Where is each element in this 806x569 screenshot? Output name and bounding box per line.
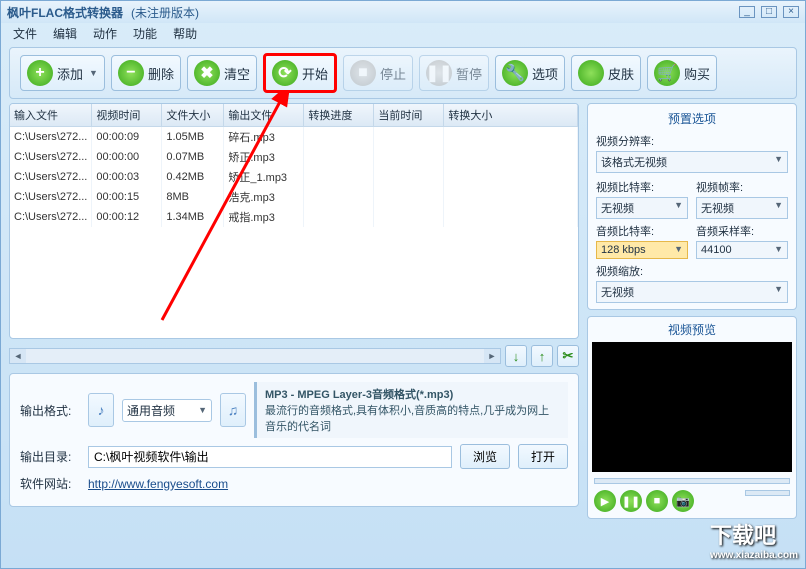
skin-button[interactable]: 皮肤 bbox=[571, 55, 641, 91]
menu-action[interactable]: 动作 bbox=[87, 23, 123, 44]
preset-title: 预置选项 bbox=[596, 110, 788, 127]
preview-pause-button[interactable]: ❚❚ bbox=[620, 490, 642, 512]
audio-samplerate-select[interactable]: 44100▼ bbox=[696, 241, 788, 259]
app-subtitle: (未注册版本) bbox=[131, 4, 199, 21]
col-vtime[interactable]: 视频时间 bbox=[92, 104, 162, 127]
seek-slider[interactable] bbox=[594, 478, 790, 484]
open-button[interactable]: 打开 bbox=[518, 444, 568, 469]
output-format-label: 输出格式: bbox=[20, 402, 80, 419]
watermark: 下载吧 www.xiazaiba.com bbox=[710, 518, 798, 561]
file-table[interactable]: 输入文件 视频时间 文件大小 输出文件 转换进度 当前时间 转换大小 C:\Us… bbox=[9, 103, 579, 339]
preview-stop-button[interactable]: ■ bbox=[646, 490, 668, 512]
col-input[interactable]: 输入文件 bbox=[10, 104, 92, 127]
menu-file[interactable]: 文件 bbox=[7, 23, 43, 44]
preview-title: 视频预览 bbox=[588, 317, 796, 342]
video-zoom-select[interactable]: 无视频▼ bbox=[596, 281, 788, 303]
buy-button[interactable]: 🛒 购买 bbox=[647, 55, 717, 91]
col-size[interactable]: 文件大小 bbox=[162, 104, 224, 127]
output-dir-input[interactable] bbox=[88, 446, 452, 468]
clear-icon: ✖ bbox=[194, 60, 220, 86]
table-row[interactable]: C:\Users\272...00:00:158MB浩克.mp3 bbox=[10, 187, 578, 207]
col-osize[interactable]: 转换大小 bbox=[444, 104, 578, 127]
music-note-icon[interactable]: ♪ bbox=[88, 393, 114, 427]
website-link[interactable]: http://www.fengyesoft.com bbox=[88, 477, 228, 491]
minus-icon: − bbox=[118, 60, 144, 86]
move-up-button[interactable]: ↑ bbox=[531, 345, 553, 367]
apple-icon bbox=[578, 60, 604, 86]
output-format-select[interactable]: 通用音频 ▼ bbox=[122, 399, 212, 422]
menu-function[interactable]: 功能 bbox=[127, 23, 163, 44]
table-row[interactable]: C:\Users\272...00:00:121.34MB戒指.mp3 bbox=[10, 207, 578, 227]
clear-button[interactable]: ✖ 清空 bbox=[187, 55, 257, 91]
cart-icon: 🛒 bbox=[654, 60, 680, 86]
options-button[interactable]: 🔧 选项 bbox=[495, 55, 565, 91]
video-bitrate-select[interactable]: 无视频▼ bbox=[596, 197, 688, 219]
move-down-button[interactable]: ↓ bbox=[505, 345, 527, 367]
vbr-label: 视频比特率: bbox=[596, 179, 688, 195]
remove-button[interactable]: − 删除 bbox=[111, 55, 181, 91]
table-row[interactable]: C:\Users\272...00:00:091.05MB碎石.mp3 bbox=[10, 127, 578, 148]
preset-options-panel: 预置选项 视频分辨率: 该格式无视频▼ 视频比特率: 无视频▼ 视频帧率: 无视… bbox=[587, 103, 797, 310]
chevron-down-icon[interactable]: ▼ bbox=[89, 68, 98, 78]
preview-panel: 视频预览 ▶ ❚❚ ■ 📷 bbox=[587, 316, 797, 519]
output-panel: 输出格式: ♪ 通用音频 ▼ ♫ MP3 - MPEG Layer-3音频格式(… bbox=[9, 373, 579, 507]
fps-label: 视频帧率: bbox=[696, 179, 788, 195]
table-row[interactable]: C:\Users\272...00:00:000.07MB矫正.mp3 bbox=[10, 147, 578, 167]
plus-icon: + bbox=[27, 60, 53, 86]
output-dir-label: 输出目录: bbox=[20, 448, 80, 465]
edit-cut-button[interactable]: ✂ bbox=[557, 345, 579, 367]
start-button[interactable]: ⟳ 开始 bbox=[263, 53, 337, 93]
browse-button[interactable]: 浏览 bbox=[460, 444, 510, 469]
maximize-button[interactable]: □ bbox=[761, 6, 777, 18]
tools-icon: 🔧 bbox=[502, 60, 528, 86]
refresh-icon: ⟳ bbox=[272, 60, 298, 86]
asr-label: 音频采样率: bbox=[696, 223, 788, 239]
vres-label: 视频分辨率: bbox=[596, 133, 788, 149]
format-description: MP3 - MPEG Layer-3音频格式(*.mp3) 最流行的音频格式,具… bbox=[254, 382, 568, 438]
close-button[interactable]: × bbox=[783, 6, 799, 18]
minimize-button[interactable]: _ bbox=[739, 6, 755, 18]
col-output[interactable]: 输出文件 bbox=[224, 104, 304, 127]
app-title: 枫叶FLAC格式转换器 bbox=[7, 4, 123, 21]
pause-button[interactable]: ❚❚ 暂停 bbox=[419, 55, 489, 91]
preview-play-button[interactable]: ▶ bbox=[594, 490, 616, 512]
menu-edit[interactable]: 编辑 bbox=[47, 23, 83, 44]
format-icon[interactable]: ♫ bbox=[220, 393, 246, 427]
chevron-down-icon: ▼ bbox=[198, 405, 207, 415]
col-progress[interactable]: 转换进度 bbox=[304, 104, 374, 127]
vzoom-label: 视频缩放: bbox=[596, 263, 788, 279]
abr-label: 音频比特率: bbox=[596, 223, 688, 239]
toolbar: + 添加 ▼ − 删除 ✖ 清空 ⟳ 开始 ■ 停止 ❚❚ 暂停 🔧 选项 bbox=[9, 47, 797, 99]
menu-help[interactable]: 帮助 bbox=[167, 23, 203, 44]
menubar: 文件 编辑 动作 功能 帮助 bbox=[1, 23, 805, 43]
audio-bitrate-select[interactable]: 128 kbps▼ bbox=[596, 241, 688, 259]
add-button[interactable]: + 添加 ▼ bbox=[20, 55, 105, 91]
titlebar: 枫叶FLAC格式转换器 (未注册版本) _ □ × bbox=[1, 1, 805, 23]
preview-snapshot-button[interactable]: 📷 bbox=[672, 490, 694, 512]
stop-icon: ■ bbox=[350, 60, 376, 86]
stop-button[interactable]: ■ 停止 bbox=[343, 55, 413, 91]
volume-slider[interactable] bbox=[745, 490, 790, 496]
video-fps-select[interactable]: 无视频▼ bbox=[696, 197, 788, 219]
pause-icon: ❚❚ bbox=[426, 60, 452, 86]
horizontal-scrollbar[interactable] bbox=[9, 348, 501, 364]
video-preview bbox=[592, 342, 792, 472]
website-label: 软件网站: bbox=[20, 475, 80, 492]
video-resolution-select[interactable]: 该格式无视频▼ bbox=[596, 151, 788, 173]
col-curtime[interactable]: 当前时间 bbox=[374, 104, 444, 127]
table-row[interactable]: C:\Users\272...00:00:030.42MB矫正_1.mp3 bbox=[10, 167, 578, 187]
